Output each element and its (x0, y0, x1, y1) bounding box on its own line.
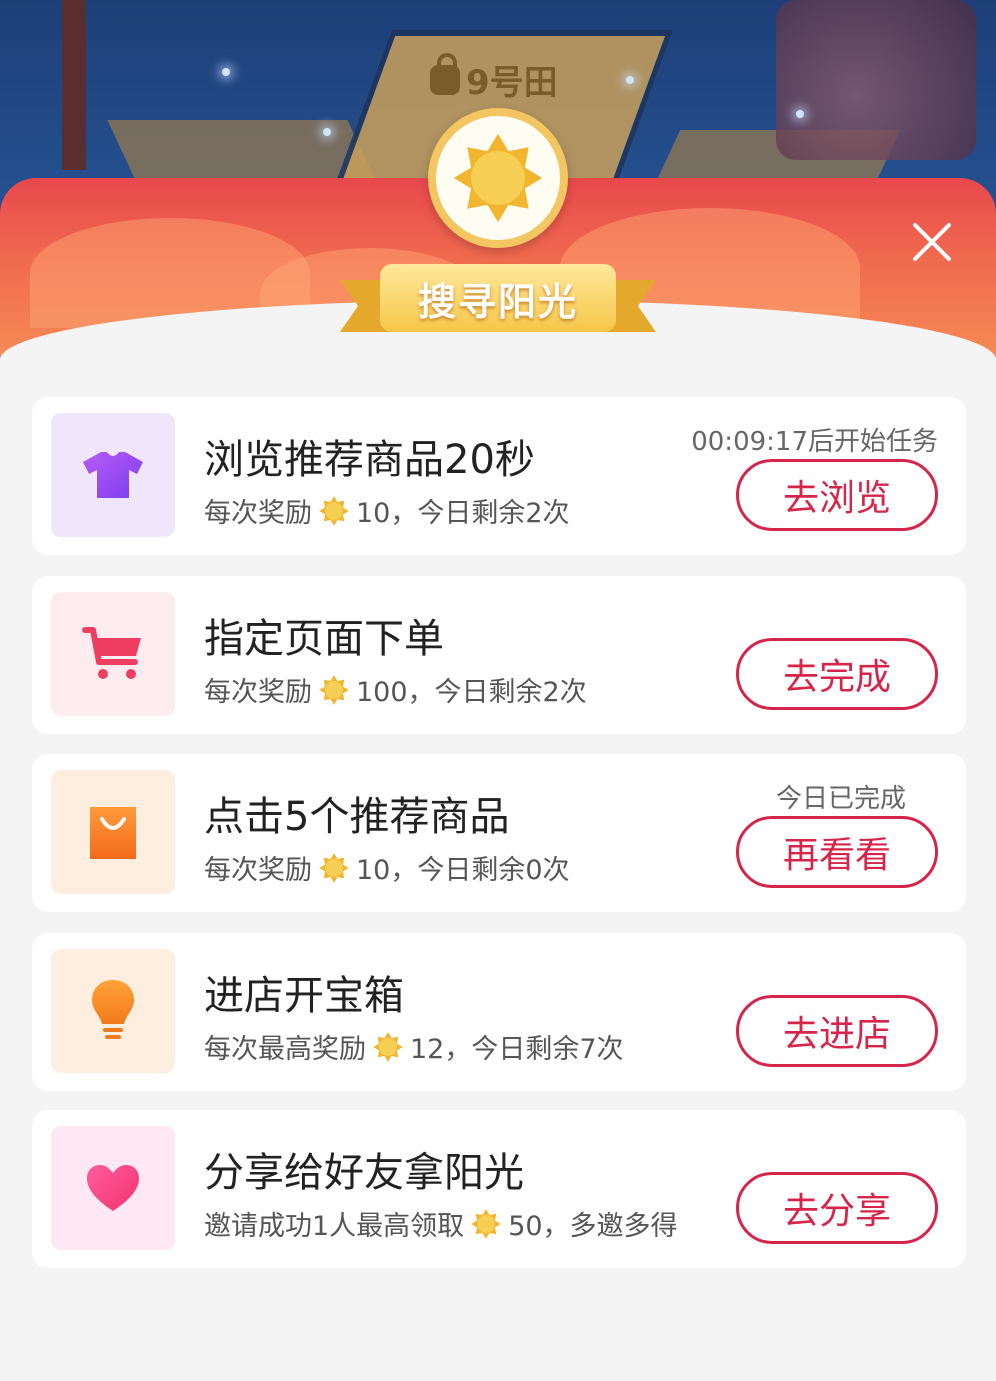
task-card: 指定页面下单 每次奖励 100，今日剩余2次 去完成 (32, 576, 966, 734)
task-status: 00:09:17后开始任务 (691, 427, 938, 457)
plot-label: 9号田 (430, 52, 558, 104)
share-button[interactable]: 去分享 (736, 1172, 938, 1244)
sun-badge (428, 108, 568, 248)
task-title: 分享给好友拿阳光 (204, 1150, 524, 1196)
title-ribbon: 搜寻阳光 (340, 258, 656, 338)
heart-icon (87, 1165, 139, 1211)
sun-icon (319, 674, 349, 705)
task-icon-box (51, 949, 175, 1073)
sparkle-icon (222, 68, 230, 76)
task-title: 指定页面下单 (204, 616, 444, 662)
close-button[interactable] (906, 216, 958, 268)
sparkle-icon (796, 110, 804, 118)
task-icon-box (51, 770, 175, 894)
task-title: 浏览推荐商品20秒 (204, 437, 535, 483)
cart-icon (82, 627, 141, 679)
task-reward: 每次奖励 10，今日剩余2次 (204, 491, 570, 530)
sun-icon (453, 133, 543, 223)
lock-icon (430, 52, 460, 95)
task-card: 进店开宝箱 每次最高奖励 12，今日剩余7次 去进店 (32, 933, 966, 1091)
task-icon-box (51, 592, 175, 716)
task-title: 点击5个推荐商品 (204, 794, 510, 840)
modal-title: 搜寻阳光 (380, 264, 616, 332)
cart-decoration (776, 0, 976, 160)
plot-label-text: 9号田 (466, 63, 558, 103)
task-card: 浏览推荐商品20秒 每次奖励 10，今日剩余2次 00:09:17后开始任务 去… (32, 397, 966, 555)
task-status: 今日已完成 (775, 784, 906, 814)
sun-icon (319, 852, 349, 883)
sparkle-icon (323, 128, 331, 136)
lightbulb-icon (92, 980, 134, 1039)
task-reward: 每次奖励 10，今日剩余0次 (204, 848, 570, 887)
view-again-button[interactable]: 再看看 (736, 816, 938, 888)
signpost (62, 0, 86, 170)
task-reward: 每次奖励 100，今日剩余2次 (204, 670, 587, 709)
shirt-icon (83, 452, 143, 498)
sun-icon (319, 495, 349, 526)
complete-button[interactable]: 去完成 (736, 638, 938, 710)
task-reward: 每次最高奖励 12，今日剩余7次 (204, 1027, 624, 1066)
sun-icon (373, 1031, 403, 1062)
task-title: 进店开宝箱 (204, 973, 404, 1019)
browse-button[interactable]: 去浏览 (736, 459, 938, 531)
task-card: 分享给好友拿阳光 邀请成功1人最高领取 50，多邀多得 去分享 (32, 1110, 966, 1268)
task-card: 点击5个推荐商品 每次奖励 10，今日剩余0次 今日已完成 再看看 (32, 754, 966, 912)
task-reward: 邀请成功1人最高领取 50，多邀多得 (204, 1204, 678, 1243)
task-icon-box (51, 1126, 175, 1250)
sparkle-icon (626, 76, 634, 84)
visit-store-button[interactable]: 去进店 (736, 995, 938, 1067)
bag-icon (90, 807, 136, 859)
sun-icon (471, 1208, 501, 1239)
task-icon-box (51, 413, 175, 537)
